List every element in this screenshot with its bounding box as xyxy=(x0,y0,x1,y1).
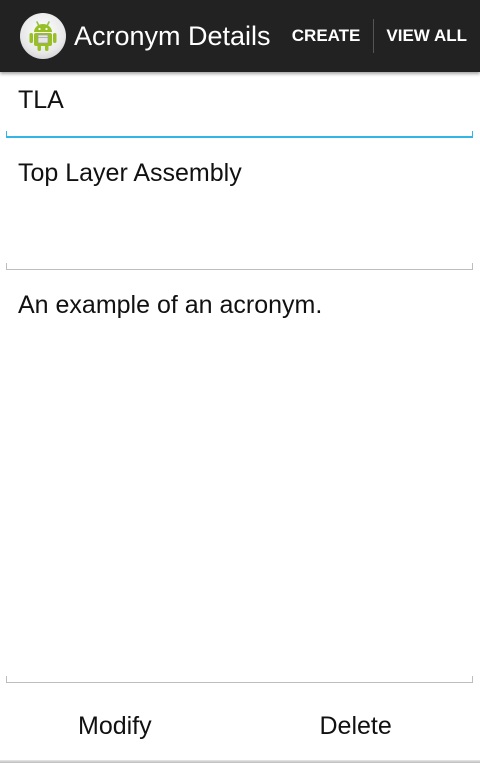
meaning-field[interactable]: Top Layer Assembly xyxy=(6,159,473,269)
description-value: An example of an acronym. xyxy=(18,291,323,319)
delete-button[interactable]: Delete xyxy=(239,689,480,763)
acronym-field-underline xyxy=(6,131,473,138)
description-field-underline xyxy=(6,676,473,683)
create-button[interactable]: CREATE xyxy=(292,0,374,72)
android-app-icon[interactable] xyxy=(20,13,66,59)
acronym-field[interactable]: TLA xyxy=(6,86,473,115)
meaning-field-underline xyxy=(6,263,473,270)
meaning-value: Top Layer Assembly xyxy=(18,159,242,187)
action-menu: CREATE VIEW ALL xyxy=(292,0,480,72)
acronym-value: TLA xyxy=(18,86,64,114)
view-all-button[interactable]: VIEW ALL xyxy=(374,0,480,72)
modify-button[interactable]: Modify xyxy=(0,689,239,763)
action-bar: Acronym Details CREATE VIEW ALL xyxy=(0,0,480,72)
page-title: Acronym Details xyxy=(74,20,271,51)
description-field[interactable]: An example of an acronym. xyxy=(6,291,473,681)
bottom-button-bar: Modify Delete xyxy=(0,689,480,763)
android-robot-icon xyxy=(29,21,57,51)
